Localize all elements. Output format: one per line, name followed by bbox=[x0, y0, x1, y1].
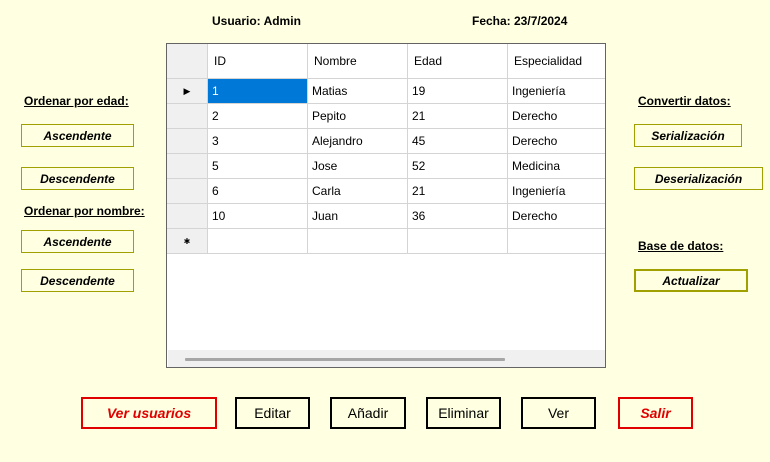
new-row-cell[interactable] bbox=[208, 229, 308, 254]
grid-cell[interactable]: Medicina bbox=[508, 154, 605, 179]
new-row-cell[interactable] bbox=[308, 229, 408, 254]
grid-cell[interactable]: Ingeniería bbox=[508, 79, 605, 104]
grid-cell[interactable]: Alejandro bbox=[308, 129, 408, 154]
serialize-button[interactable]: Serialización bbox=[634, 124, 742, 147]
grid-cell[interactable]: 19 bbox=[408, 79, 508, 104]
new-row-cell[interactable] bbox=[408, 229, 508, 254]
grid-cell[interactable]: Derecho bbox=[508, 204, 605, 229]
row-header[interactable] bbox=[167, 179, 208, 204]
convert-data-label: Convertir datos: bbox=[638, 94, 731, 108]
column-header-edad[interactable]: Edad bbox=[408, 44, 508, 79]
grid-cell[interactable]: 2 bbox=[208, 104, 308, 129]
new-row-indicator-icon[interactable]: ✱ bbox=[167, 229, 208, 254]
data-grid[interactable]: ID Nombre Edad Especialidad ▶ 1 Matias 1… bbox=[166, 43, 606, 368]
deserialize-button[interactable]: Deserialización bbox=[634, 167, 763, 190]
grid-corner-header[interactable] bbox=[167, 44, 208, 79]
row-header[interactable] bbox=[167, 204, 208, 229]
grid-cell[interactable]: Matias bbox=[308, 79, 408, 104]
sort-by-age-label: Ordenar por edad: bbox=[24, 94, 129, 108]
sort-age-descending-button[interactable]: Descendente bbox=[21, 167, 134, 190]
update-button[interactable]: Actualizar bbox=[634, 269, 748, 292]
sort-age-ascending-button[interactable]: Ascendente bbox=[21, 124, 134, 147]
edit-button[interactable]: Editar bbox=[235, 397, 310, 429]
delete-button[interactable]: Eliminar bbox=[426, 397, 501, 429]
sort-name-descending-button[interactable]: Descendente bbox=[21, 269, 134, 292]
new-row-cell[interactable] bbox=[508, 229, 605, 254]
grid-cell[interactable]: 6 bbox=[208, 179, 308, 204]
grid-cell[interactable]: Derecho bbox=[508, 129, 605, 154]
database-label: Base de datos: bbox=[638, 239, 724, 253]
exit-button[interactable]: Salir bbox=[618, 397, 693, 429]
view-users-button[interactable]: Ver usuarios bbox=[81, 397, 217, 429]
date-label: Fecha: 23/7/2024 bbox=[472, 14, 568, 28]
grid-cell[interactable]: 10 bbox=[208, 204, 308, 229]
current-row-indicator-icon[interactable]: ▶ bbox=[167, 79, 208, 104]
user-label: Usuario: Admin bbox=[212, 14, 301, 28]
grid-cell[interactable]: Jose bbox=[308, 154, 408, 179]
grid-cell[interactable]: Derecho bbox=[508, 104, 605, 129]
grid-cell[interactable]: Ingeniería bbox=[508, 179, 605, 204]
grid-cell[interactable]: 21 bbox=[408, 104, 508, 129]
grid-cell[interactable]: Carla bbox=[308, 179, 408, 204]
row-header[interactable] bbox=[167, 154, 208, 179]
row-header[interactable] bbox=[167, 104, 208, 129]
view-button[interactable]: Ver bbox=[521, 397, 596, 429]
column-header-id[interactable]: ID bbox=[208, 44, 308, 79]
grid-cell[interactable]: 36 bbox=[408, 204, 508, 229]
sort-by-name-label: Ordenar por nombre: bbox=[24, 204, 145, 218]
column-header-especialidad[interactable]: Especialidad bbox=[508, 44, 605, 79]
grid-cell[interactable]: 5 bbox=[208, 154, 308, 179]
add-button[interactable]: Añadir bbox=[330, 397, 406, 429]
grid-cell[interactable]: 1 bbox=[208, 79, 308, 104]
row-header[interactable] bbox=[167, 129, 208, 154]
sort-name-ascending-button[interactable]: Ascendente bbox=[21, 230, 134, 253]
column-header-nombre[interactable]: Nombre bbox=[308, 44, 408, 79]
grid-cell[interactable]: Juan bbox=[308, 204, 408, 229]
grid-cell[interactable]: Pepito bbox=[308, 104, 408, 129]
grid-cell[interactable]: 52 bbox=[408, 154, 508, 179]
grid-cell[interactable]: 45 bbox=[408, 129, 508, 154]
grid-cell[interactable]: 3 bbox=[208, 129, 308, 154]
scrollbar-thumb[interactable] bbox=[185, 358, 505, 361]
horizontal-scrollbar[interactable] bbox=[168, 350, 605, 367]
grid-cell[interactable]: 21 bbox=[408, 179, 508, 204]
